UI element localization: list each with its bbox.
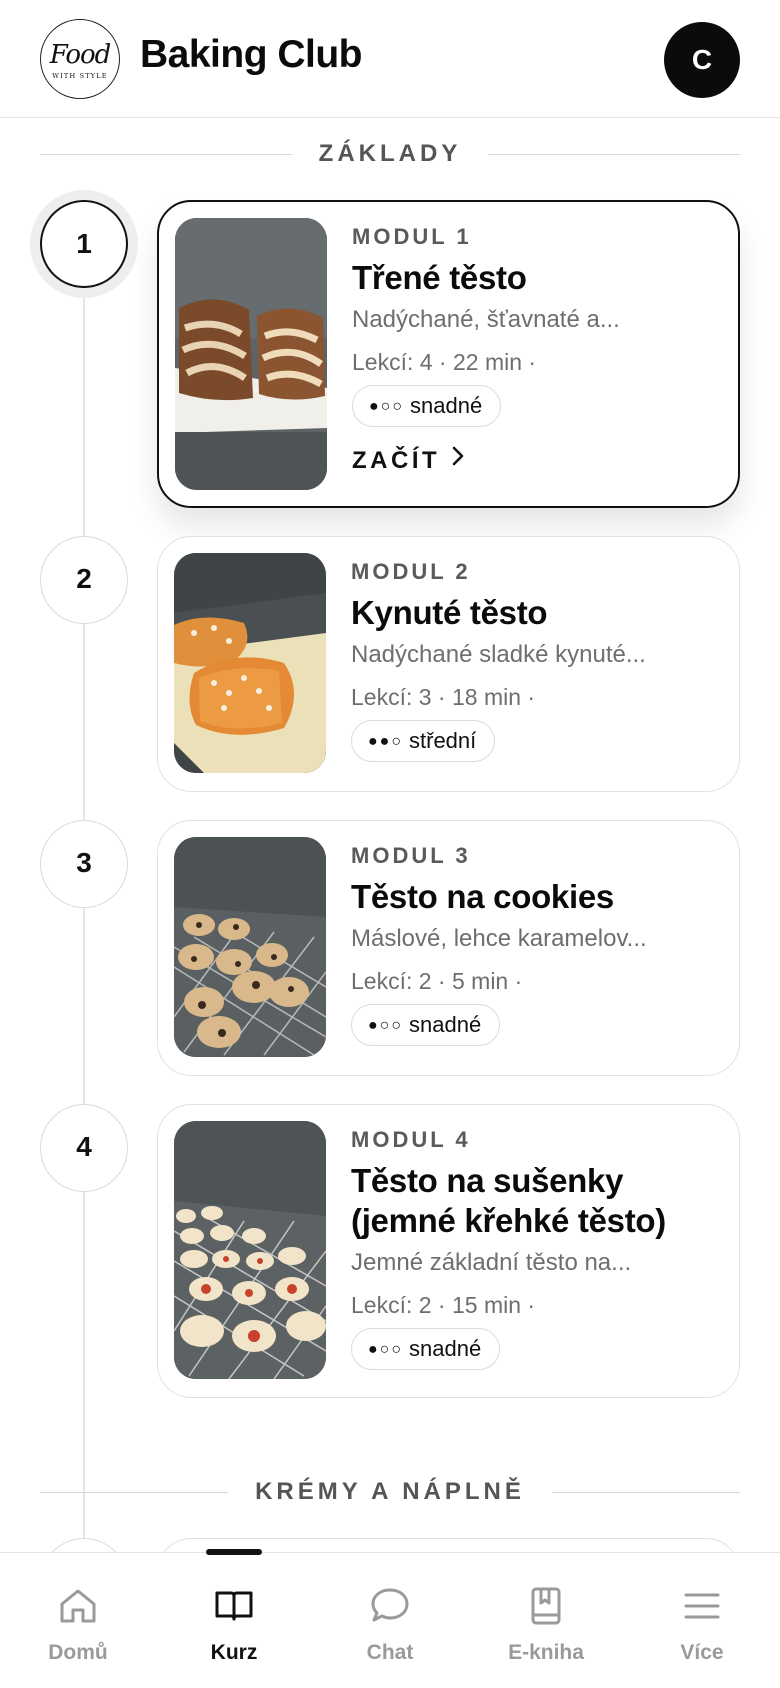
module-label: MODUL 3: [351, 843, 471, 868]
start-button[interactable]: ZAČÍT: [352, 445, 724, 477]
app-title: Baking Club: [140, 33, 363, 76]
section-title: ZÁKLADY: [318, 140, 462, 167]
nav-more[interactable]: Více: [624, 1553, 780, 1688]
chat-bubble-icon: [371, 1588, 409, 1622]
module-step-5: [40, 1538, 128, 1552]
section-header-kremy: KRÉMY A NÁPLNĚ: [40, 1472, 740, 1512]
module-description: Máslové, lehce karamelov...: [351, 925, 647, 952]
module-step-1: 1: [40, 200, 128, 288]
module-label: MODUL 2: [351, 559, 471, 584]
nav-label: Více: [680, 1641, 724, 1664]
logo-tagline: WITH STYLE: [52, 72, 108, 80]
nav-ebook[interactable]: E-kniha: [468, 1553, 624, 1688]
home-icon: [60, 1589, 96, 1623]
module-card-1[interactable]: MODUL 1 Třené těsto Nadýchané, šťavnaté …: [157, 200, 740, 508]
chevron-right-icon: [450, 445, 466, 474]
app-header: Food WITH STYLE Baking Club C: [0, 0, 780, 118]
module-description: Jemné základní těsto na...: [351, 1249, 632, 1276]
module-4-info: MODUL 4 Těsto na sušenky (jemné křehké t…: [351, 1127, 723, 1370]
nav-label: Domů: [48, 1641, 108, 1664]
ebook-icon: [531, 1587, 561, 1625]
module-meta: Lekcí: 4 · 22 min ·: [352, 349, 537, 375]
module-label: MODUL 4: [351, 1127, 471, 1152]
nav-chat[interactable]: Chat: [312, 1553, 468, 1688]
module-card-2[interactable]: MODUL 2 Kynuté těsto Nadýchané sladké ky…: [157, 536, 740, 792]
module-card-3[interactable]: MODUL 3 Těsto na cookies Máslové, lehce …: [157, 820, 740, 1076]
module-card-4[interactable]: MODUL 4 Těsto na sušenky (jemné křehké t…: [157, 1104, 740, 1398]
difficulty-label: snadné: [409, 1012, 482, 1037]
difficulty-dots-icon: ●○○: [369, 398, 404, 415]
module-3-info: MODUL 3 Těsto na cookies Máslové, lehce …: [351, 843, 723, 1046]
module-title: Těsto na sušenky (jemné křehké těsto): [351, 1162, 666, 1239]
module-meta: Lekcí: 2 · 15 min ·: [351, 1292, 536, 1318]
nav-label: E-kniha: [508, 1641, 584, 1664]
module-title: Třené těsto: [352, 259, 527, 296]
module-title: Těsto na cookies: [351, 878, 614, 915]
difficulty-label: střední: [409, 728, 477, 753]
logo-wordmark: Food: [49, 40, 112, 70]
module-description: Nadýchané sladké kynuté...: [351, 641, 646, 668]
module-meta: Lekcí: 3 · 18 min ·: [351, 684, 536, 710]
module-step-4: 4: [40, 1104, 128, 1192]
difficulty-badge: ●●○ střední: [351, 720, 496, 762]
brand-logo[interactable]: Food WITH STYLE: [40, 19, 120, 99]
module-step-3: 3: [40, 820, 128, 908]
difficulty-label: snadné: [410, 393, 483, 418]
nav-home[interactable]: Domů: [0, 1553, 156, 1688]
module-2-image: [174, 553, 326, 773]
module-description: Nadýchané, šťavnaté a...: [352, 306, 620, 333]
module-1-image: [175, 218, 327, 490]
difficulty-dots-icon: ●○○: [368, 1017, 403, 1034]
module-4-image: [174, 1121, 326, 1379]
module-meta: Lekcí: 2 · 5 min ·: [351, 968, 523, 994]
module-step-2: 2: [40, 536, 128, 624]
difficulty-badge: ●○○ snadné: [352, 385, 502, 427]
module-3-image: [174, 837, 326, 1057]
nav-label: Kurz: [210, 1641, 258, 1664]
module-title: Kynuté těsto: [351, 594, 548, 631]
section-header-zaklady: ZÁKLADY: [40, 134, 740, 174]
nav-course[interactable]: Kurz: [156, 1553, 312, 1688]
difficulty-badge: ●○○ snadné: [351, 1328, 501, 1370]
module-1-info: MODUL 1 Třené těsto Nadýchané, šťavnaté …: [352, 224, 724, 477]
module-2-info: MODUL 2 Kynuté těsto Nadýchané sladké ky…: [351, 559, 723, 762]
book-icon: [215, 1591, 253, 1621]
module-label: MODUL 1: [352, 224, 472, 249]
difficulty-badge: ●○○ snadné: [351, 1004, 501, 1046]
course-content[interactable]: ZÁKLADY 1 MODUL 1 Třené těsto Nadýchané,…: [0, 118, 780, 1552]
bottom-navigation: Domů Kurz Chat E-kniha Více: [0, 1549, 780, 1688]
nav-label: Chat: [366, 1641, 414, 1664]
menu-icon: [684, 1593, 720, 1619]
user-avatar[interactable]: C: [664, 22, 740, 98]
difficulty-dots-icon: ●●○: [368, 733, 403, 750]
section-title: KRÉMY A NÁPLNĚ: [255, 1478, 525, 1505]
difficulty-dots-icon: ●○○: [368, 1341, 403, 1358]
difficulty-label: snadné: [409, 1336, 482, 1361]
start-label: ZAČÍT: [352, 447, 441, 474]
